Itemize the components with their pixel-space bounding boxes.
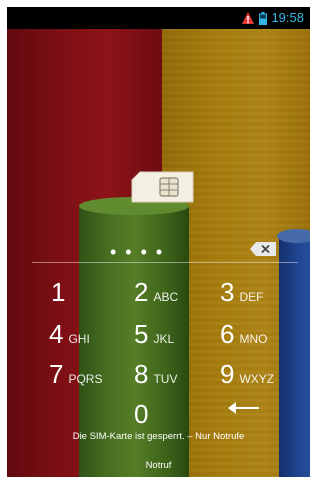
key-letters: GHI (68, 332, 90, 346)
key-digit: 3 (220, 277, 235, 307)
key-1[interactable]: 1 (51, 277, 65, 313)
key-digit: 5 (134, 319, 149, 349)
key-2[interactable]: 2 ABC (134, 277, 178, 313)
status-bar: 19:58 (7, 7, 310, 29)
sim-locked-message: Die SIM-Karte ist gesperrt. – Nur Notruf… (72, 431, 245, 442)
key-digit: 9 (220, 359, 235, 389)
key-digit: 0 (134, 399, 149, 429)
key-8[interactable]: 8 TUV (134, 359, 177, 395)
pin-dots: •••• (110, 242, 172, 262)
sim-card-icon (131, 171, 194, 203)
key-7[interactable]: 7 PQRS (49, 359, 102, 395)
key-letters: ABC (153, 290, 179, 304)
key-3[interactable]: 3 DEF (220, 277, 263, 313)
battery-icon (259, 11, 268, 25)
key-digit: 1 (51, 277, 66, 307)
backspace-icon[interactable] (250, 242, 276, 256)
key-digit: 6 (220, 319, 235, 349)
alert-icon (242, 12, 255, 24)
key-9[interactable]: 9 WXYZ (220, 359, 274, 395)
key-digit: 2 (134, 277, 149, 307)
key-digit: 4 (49, 319, 64, 349)
emergency-call-button[interactable]: Notruf (7, 460, 310, 471)
key-digit: 8 (134, 359, 149, 389)
pin-entry-field[interactable]: •••• (32, 232, 298, 263)
enter-arrow-icon[interactable] (228, 400, 260, 416)
key-0[interactable]: 0 (134, 399, 148, 435)
key-letters: PQRS (68, 372, 103, 386)
key-6[interactable]: 6 MNO (220, 319, 267, 355)
key-letters: MNO (239, 332, 268, 346)
phone-screen: 19:58 •••• 1 2 ABC 3 DEF 4 GHI 5 JKL 6 M… (7, 7, 310, 477)
key-letters: TUV (153, 372, 178, 386)
key-letters: JKL (153, 332, 175, 346)
key-letters: DEF (239, 290, 264, 304)
key-letters: WXYZ (239, 372, 275, 386)
key-4[interactable]: 4 GHI (49, 319, 90, 355)
key-digit: 7 (49, 359, 64, 389)
status-clock: 19:58 (271, 10, 304, 25)
key-5[interactable]: 5 JKL (134, 319, 174, 355)
